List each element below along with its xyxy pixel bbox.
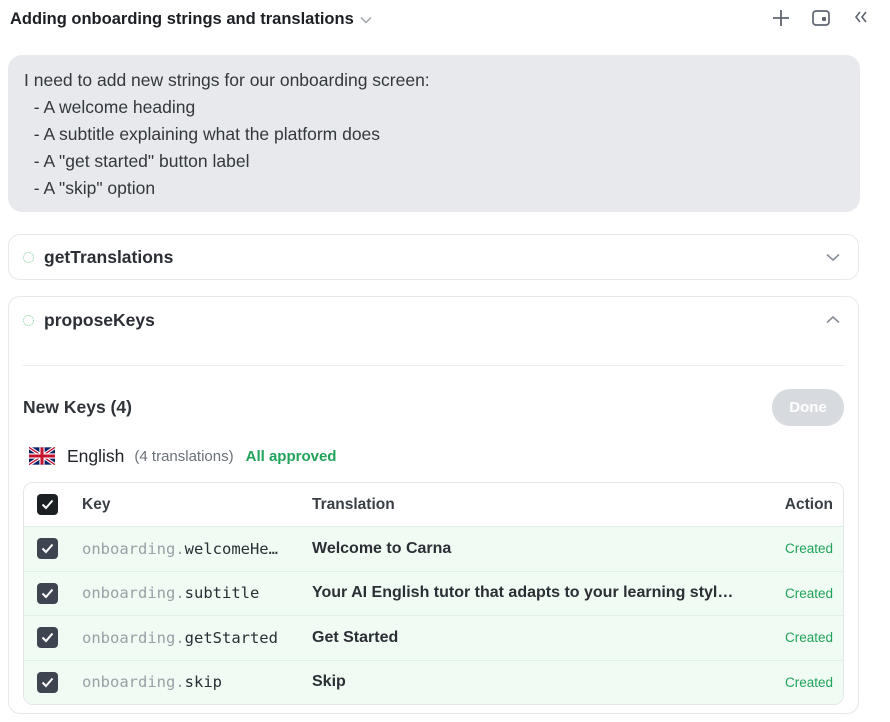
message-line: - A welcome heading [24,97,196,117]
action-cell: Created [784,674,833,690]
translation-count: (4 translations) [134,447,234,465]
language-row: English (4 translations) All approved [9,442,858,470]
chevron-down-icon[interactable] [822,246,844,268]
plus-icon[interactable] [770,8,792,30]
key-name: welcomeHe… [184,539,278,558]
translation-cell: Skip [312,673,346,691]
row-checkbox[interactable] [37,582,58,604]
message-line: I need to add new strings for our onboar… [24,70,430,90]
table-row: onboarding.welcomeHe… Welcome to Carna C… [24,526,843,571]
divider [23,365,845,366]
done-button[interactable]: Done [772,388,844,426]
keys-table: Key Translation Action onboarding.welcom… [23,482,844,705]
status-spinner-icon [23,251,34,263]
key-cell: onboarding.subtitle [82,584,312,602]
key-cell: onboarding.getStarted [82,629,312,647]
row-checkbox[interactable] [37,671,58,693]
new-keys-heading: New Keys (4) [23,396,132,417]
key-cell: onboarding.welcomeHe… [82,540,312,558]
message-line: - A "skip" option [24,178,156,198]
chevron-up-icon[interactable] [822,309,844,331]
translation-cell: Get Started [312,628,399,646]
action-cell: Created [784,630,833,646]
uk-flag-icon [28,445,56,467]
key-namespace: onboarding. [82,539,185,558]
conversation-title[interactable]: Adding onboarding strings and translatio… [10,10,372,29]
tool-card-propose-keys: proposeKeys New Keys (4) Done English (4… [8,296,859,714]
row-checkbox[interactable] [37,627,58,649]
message-line: - A subtitle explaining what the platfor… [24,124,381,144]
user-message: I need to add new strings for our onboar… [8,55,860,212]
column-header-translation: Translation [312,495,395,513]
conversation-title-text: Adding onboarding strings and translatio… [10,10,354,28]
language-name: English [67,445,125,466]
column-header-key: Key [82,495,111,513]
key-name: subtitle [184,584,260,603]
tool-name: proposeKeys [44,309,155,330]
translation-cell: Your AI English tutor that adapts to you… [312,584,734,602]
key-cell: onboarding.skip [82,673,312,691]
tool-card-header[interactable]: getTranslations [9,235,858,279]
status-spinner-icon [23,314,34,326]
table-row: onboarding.skip Skip Created [24,659,843,704]
table-row: onboarding.subtitle Your AI English tuto… [24,570,843,615]
approval-status: All approved [245,447,337,465]
table-header: Key Translation Action [24,483,843,526]
key-namespace: onboarding. [82,584,185,603]
row-checkbox[interactable] [37,538,58,560]
key-name: getStarted [184,628,278,647]
panel-icon[interactable] [810,8,832,30]
message-line: - A "get started" button label [24,151,250,171]
tool-card-header[interactable]: proposeKeys [9,297,858,343]
action-cell: Created [784,585,833,601]
column-header-action: Action [784,495,833,513]
tool-name: getTranslations [44,246,174,267]
action-cell: Created [784,541,833,557]
tool-card-get-translations: getTranslations [8,234,859,280]
key-name: skip [184,673,222,692]
translation-cell: Welcome to Carna [312,539,452,557]
select-all-checkbox[interactable] [37,494,58,515]
key-namespace: onboarding. [82,628,185,647]
key-namespace: onboarding. [82,673,185,692]
chevron-down-icon[interactable] [360,13,372,27]
chat-header: Adding onboarding strings and translatio… [0,0,890,40]
collapse-icon[interactable] [850,8,872,30]
table-row: onboarding.getStarted Get Started Create… [24,615,843,660]
